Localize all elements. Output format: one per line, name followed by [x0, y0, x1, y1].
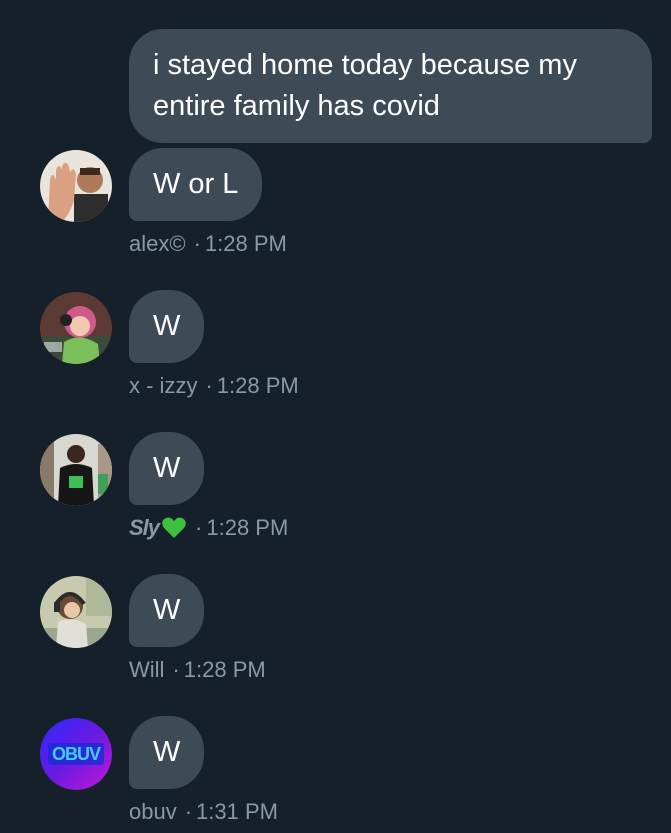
- meta-separator: ·: [172, 657, 180, 682]
- message-timestamp: 1:28 PM: [216, 373, 299, 398]
- conversation-thread: i stayed home today because my entire fa…: [0, 0, 671, 833]
- message-bubble[interactable]: W: [129, 290, 205, 363]
- raised-hand-man-avatar-icon[interactable]: [40, 150, 112, 222]
- message-meta: obuv · 1:31 PM: [129, 798, 278, 826]
- meta-separator: ·: [195, 515, 203, 540]
- svg-text:OBUV: OBUV: [52, 744, 101, 764]
- sender-name[interactable]: Will: [129, 656, 164, 684]
- message-meta: Will · 1:28 PM: [129, 656, 266, 684]
- meta-separator: ·: [193, 231, 201, 256]
- green-heart-icon: [161, 515, 187, 541]
- message-bubble[interactable]: W: [129, 574, 205, 647]
- meta-separator: ·: [184, 799, 193, 824]
- message-bubble[interactable]: W: [129, 432, 205, 505]
- anime-girl-headphones-avatar-icon[interactable]: [40, 292, 112, 364]
- sender-name[interactable]: obuv: [129, 798, 177, 826]
- message-bubble[interactable]: i stayed home today because my entire fa…: [129, 29, 652, 143]
- meta-separator: ·: [205, 373, 213, 398]
- message-meta: Sly · 1:28 PM: [129, 514, 288, 542]
- message-meta: x - izzy · 1:28 PM: [129, 372, 299, 400]
- message-timestamp: 1:28 PM: [206, 515, 289, 540]
- anime-headphones-room-avatar-icon[interactable]: [40, 576, 112, 648]
- message-timestamp: 1:28 PM: [183, 657, 266, 682]
- sender-name[interactable]: alex©: [129, 230, 186, 258]
- message-bubble[interactable]: W or L: [129, 148, 263, 221]
- message-timestamp: 1:28 PM: [204, 231, 287, 256]
- message-timestamp: 1:31 PM: [196, 799, 278, 824]
- message-meta: alex© · 1:28 PM: [129, 230, 287, 258]
- sender-name[interactable]: Sly: [129, 514, 160, 542]
- obuv-logo-avatar-icon[interactable]: OBUV: [40, 718, 112, 790]
- man-crowd-photo-avatar-icon[interactable]: [40, 434, 112, 506]
- message-bubble[interactable]: W: [129, 716, 205, 789]
- sender-name[interactable]: x - izzy: [129, 372, 197, 400]
